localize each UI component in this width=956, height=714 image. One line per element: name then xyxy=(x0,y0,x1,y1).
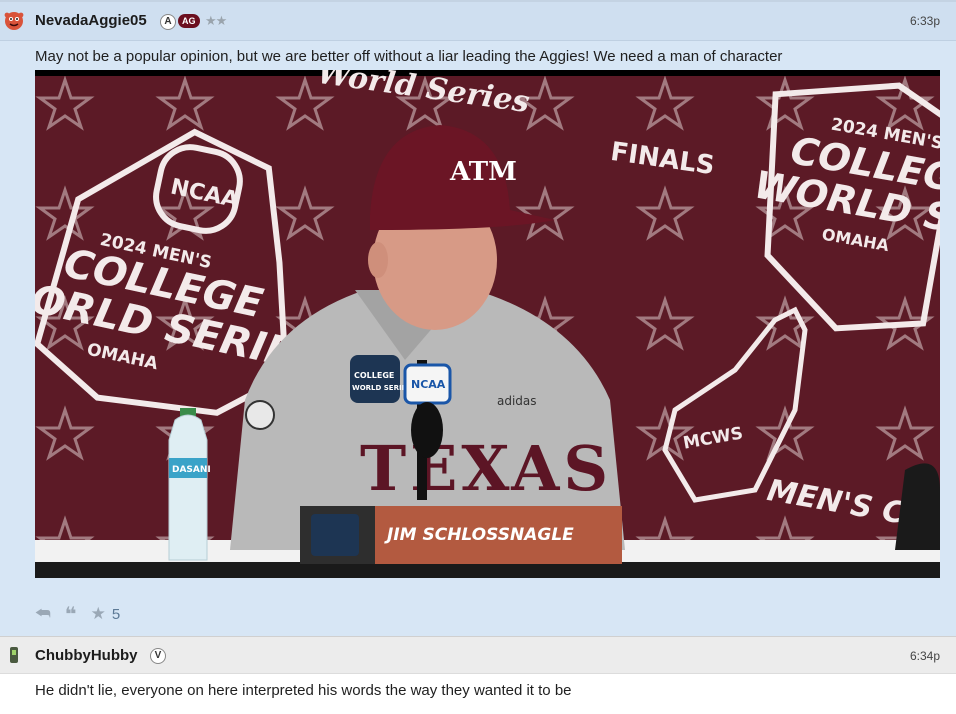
post-chubbyhubby: ChubbyHubby V 6:34p He didn't lie, every… xyxy=(0,636,956,714)
bottle-label: DASANI xyxy=(172,465,211,475)
post-body: He didn't lie, everyone on here interpre… xyxy=(35,682,572,699)
patch-line2: WORLD SERIES xyxy=(352,384,411,392)
user-status-icon xyxy=(4,12,24,30)
user-status-icon xyxy=(10,647,18,663)
press-conference-photo: World Series FINALS NCAA 2024 MEN'S COLL… xyxy=(35,70,940,578)
star-count: 5 xyxy=(111,605,121,623)
post-timestamp: 6:33p xyxy=(909,14,940,28)
post-nevadaaggie05: NevadaAggie05 A AG ★★ 6:33p May not be a… xyxy=(0,0,956,638)
nameplate: JIM SCHLOSSNAGLE xyxy=(300,506,622,564)
jersey-text: TEXAS xyxy=(360,432,612,505)
embedded-image[interactable]: World Series FINALS NCAA 2024 MEN'S COLL… xyxy=(35,70,940,578)
water-bottle: DASANI xyxy=(168,408,211,561)
team-badge: AG xyxy=(178,14,200,28)
username[interactable]: NevadaAggie05 xyxy=(35,12,147,29)
post-body: May not be a popular opinion, but we are… xyxy=(35,48,783,65)
post-timestamp: 6:34p xyxy=(909,649,940,663)
member-badge: V xyxy=(150,648,166,664)
jersey-sponsor: adidas xyxy=(497,394,537,408)
patch-line1: COLLEGE xyxy=(354,371,394,380)
post-actions: ⮪ ❝ ★ 5 xyxy=(35,602,120,626)
post-header: ChubbyHubby V 6:34p xyxy=(0,636,956,674)
rank-stars: ★★ xyxy=(205,13,227,28)
quote-icon[interactable]: ❝ xyxy=(65,602,77,627)
cap-logo: ATM xyxy=(449,157,517,187)
post-header: NevadaAggie05 A AG ★★ 6:33p xyxy=(0,2,956,41)
reply-icon[interactable]: ⮪ xyxy=(35,604,51,624)
member-badge: A xyxy=(160,14,176,30)
star-icon[interactable]: ★ xyxy=(91,604,106,624)
mic-label: NCAA xyxy=(411,378,446,391)
nameplate-text: JIM SCHLOSSNAGLE xyxy=(384,525,574,545)
username[interactable]: ChubbyHubby xyxy=(35,647,138,664)
